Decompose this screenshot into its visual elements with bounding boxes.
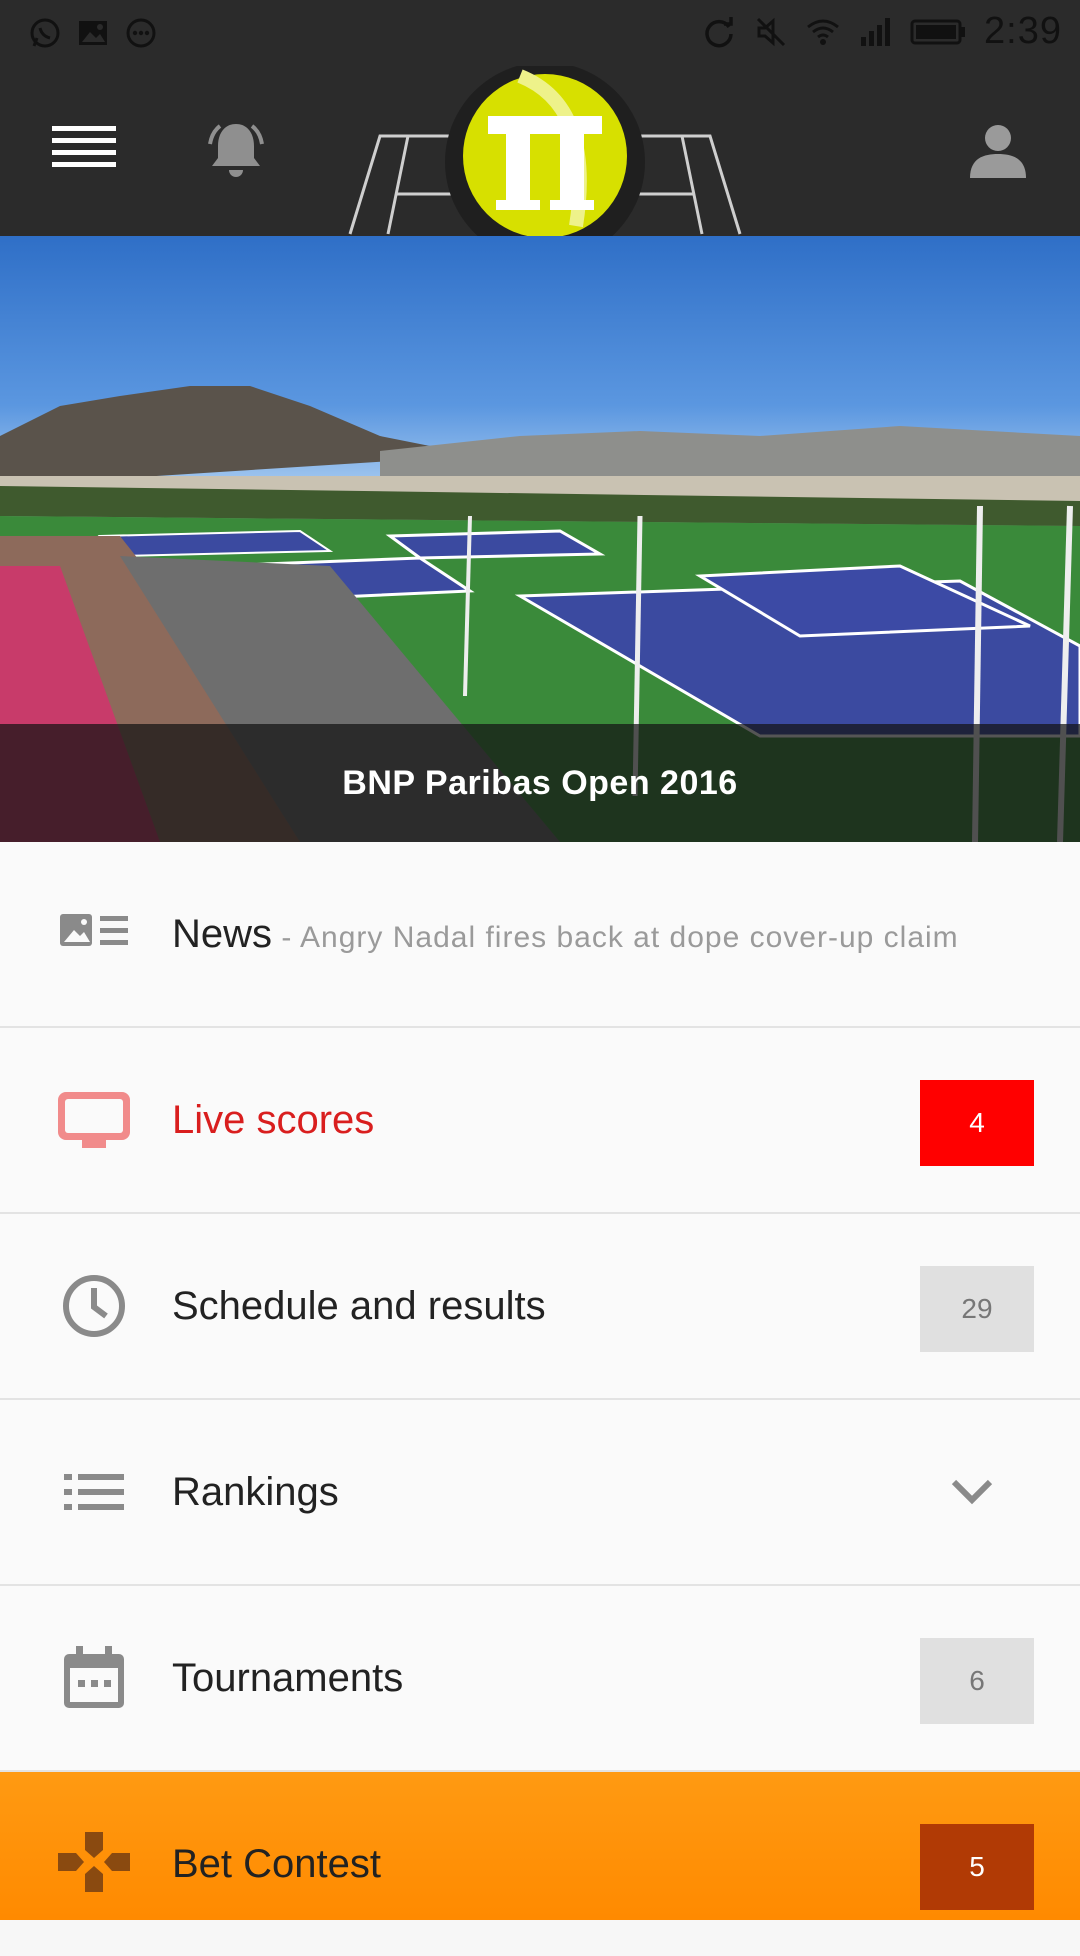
news-headline[interactable]: - Angry Nadal fires back at dope cover-u… — [272, 921, 959, 954]
person-icon[interactable] — [968, 120, 1028, 180]
live-scores-count-badge: 4 — [920, 1080, 1034, 1166]
wifi-icon — [807, 19, 839, 45]
image-icon — [79, 21, 107, 45]
rankings-label: Rankings — [172, 1470, 339, 1514]
app-bar — [0, 66, 1080, 262]
bet-contest-label: Bet Contest — [172, 1842, 382, 1886]
hero-title: BNP Paribas Open 2016 — [342, 763, 738, 802]
tv-icon — [58, 1092, 130, 1148]
bell-icon[interactable] — [204, 118, 268, 182]
mute-icon — [756, 17, 786, 46]
more-circle-icon — [126, 18, 156, 48]
chevron-down-icon[interactable] — [950, 1476, 994, 1506]
menu-item-news[interactable]: News - Angry Nadal fires back at dope co… — [0, 842, 1080, 1029]
signal-icon — [861, 17, 891, 46]
news-title: News — [172, 912, 273, 956]
bet-contest-count-badge: 5 — [920, 1824, 1034, 1910]
calendar-icon — [64, 1646, 124, 1708]
menu-item-live-scores[interactable]: Live scores 4 — [0, 1028, 1080, 1215]
clock-time: 2:39 — [984, 10, 1062, 52]
schedule-count-badge: 29 — [920, 1266, 1034, 1352]
tournaments-count-badge: 6 — [920, 1638, 1034, 1724]
status-bar: 2:39 — [0, 0, 1080, 66]
live-scores-label: Live scores — [172, 1098, 375, 1142]
menu-item-rankings[interactable]: Rankings — [0, 1400, 1080, 1587]
list-icon — [64, 1474, 124, 1510]
menu-item-schedule[interactable]: Schedule and results 29 — [0, 1214, 1080, 1401]
news-label: News - Angry Nadal fires back at dope co… — [172, 842, 959, 1026]
tournaments-label: Tournaments — [172, 1656, 404, 1700]
battery-icon — [910, 19, 966, 44]
sync-icon — [705, 16, 733, 47]
news-icon — [60, 914, 128, 946]
menu-item-tournaments[interactable]: Tournaments 6 — [0, 1586, 1080, 1773]
schedule-label: Schedule and results — [172, 1284, 546, 1328]
hero-banner[interactable]: BNP Paribas Open 2016 — [0, 236, 1080, 842]
gamepad-icon — [58, 1832, 130, 1892]
hamburger-icon[interactable] — [52, 126, 116, 176]
whatsapp-icon — [30, 18, 60, 48]
menu-item-bet-contest[interactable]: Bet Contest 5 — [0, 1772, 1080, 1920]
clock-icon — [63, 1275, 125, 1337]
hero-caption: BNP Paribas Open 2016 — [0, 724, 1080, 842]
